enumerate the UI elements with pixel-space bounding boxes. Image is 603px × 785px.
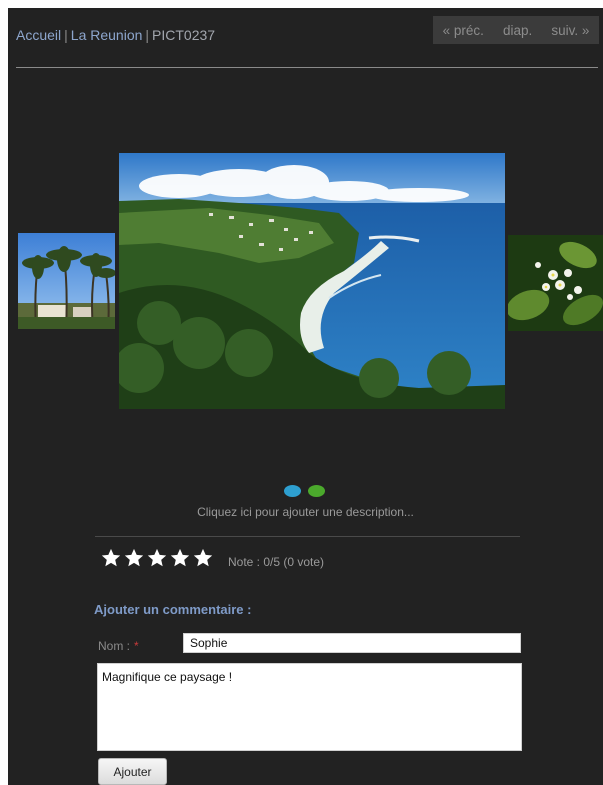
breadcrumb-separator: |: [64, 27, 68, 43]
star-icon[interactable]: [146, 547, 168, 569]
slide-indicators: [284, 485, 325, 497]
comment-textarea[interactable]: Magnifique ce paysage !: [97, 663, 522, 751]
photo-page: Accueil | La Reunion | PICT0237 « préc. diap…: [8, 8, 603, 785]
name-label-text: Nom :: [98, 639, 131, 653]
breadcrumb: Accueil | La Reunion | PICT0237: [16, 27, 215, 43]
rating-stars: [100, 547, 214, 569]
prev-link[interactable]: « préc.: [443, 23, 484, 38]
header-divider: [16, 67, 598, 68]
comment-form-title: Ajouter un commentaire :: [94, 602, 252, 617]
slide-indicator-dot[interactable]: [284, 485, 301, 497]
next-photo-thumbnail[interactable]: [508, 235, 603, 331]
breadcrumb-home-link[interactable]: Accueil: [16, 27, 61, 43]
slideshow-link[interactable]: diap.: [503, 23, 532, 38]
star-icon[interactable]: [100, 547, 122, 569]
star-icon[interactable]: [192, 547, 214, 569]
previous-photo-thumbnail[interactable]: [18, 233, 115, 329]
rating-summary: Note : 0/5 (0 vote): [228, 555, 325, 569]
breadcrumb-separator: |: [145, 27, 150, 43]
name-input[interactable]: [183, 633, 521, 653]
breadcrumb-current: PICT0237: [152, 27, 216, 43]
star-icon[interactable]: [123, 547, 145, 569]
star-icon[interactable]: [169, 547, 191, 569]
required-mark: *: [134, 639, 139, 653]
breadcrumb-album-link[interactable]: La Reunion: [71, 27, 143, 43]
add-comment-button[interactable]: Ajouter: [98, 758, 167, 785]
photo-description[interactable]: Cliquez ici pour ajouter une description…: [8, 505, 603, 519]
photo-nav: « préc. diap. suiv. »: [433, 16, 599, 44]
next-link[interactable]: suiv. »: [551, 23, 589, 38]
main-photo[interactable]: [119, 153, 505, 409]
description-divider: [95, 536, 520, 537]
slide-indicator-dot[interactable]: [308, 485, 325, 497]
name-label: Nom : *: [98, 639, 139, 653]
